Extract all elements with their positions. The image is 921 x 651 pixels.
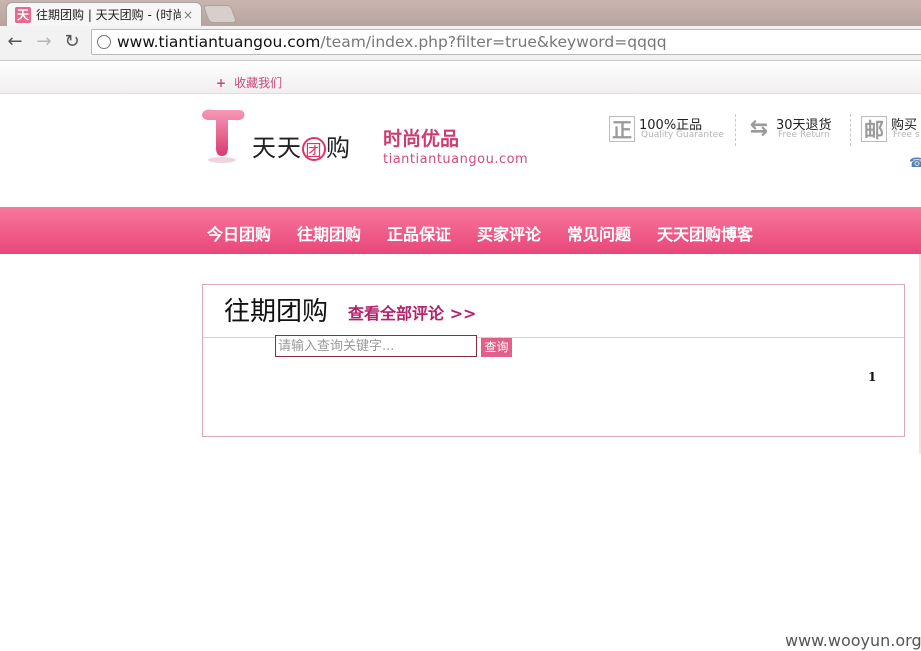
- logo-text-part1: 天天: [252, 134, 302, 162]
- badge-divider: [850, 114, 851, 146]
- nav-item-faq[interactable]: 常见问题: [567, 221, 631, 245]
- bookmark-us-link[interactable]: + 收藏我们: [216, 74, 282, 91]
- browser-toolbar: ← → ↻ www.tiantiantuangou.com/team/index…: [0, 26, 921, 61]
- return-arrows-icon: ⇆: [749, 116, 769, 141]
- nav-item-past-deals[interactable]: 往期团购: [297, 221, 361, 245]
- nav-item-today[interactable]: 今日团购: [207, 221, 271, 245]
- search-button[interactable]: 查询: [481, 338, 512, 357]
- watermark: www.wooyun.org: [785, 631, 921, 650]
- badge-divider: [735, 114, 736, 146]
- tab-title: 往期团购 | 天天团购 - (时尚: [36, 8, 181, 22]
- genuine-product-icon: 正: [609, 116, 635, 142]
- nav-item-blog[interactable]: 天天团购博客: [657, 221, 753, 245]
- plus-icon: +: [216, 76, 227, 90]
- nav-item-guarantee[interactable]: 正品保证: [387, 221, 451, 245]
- logo-text[interactable]: 天天团购: [252, 128, 351, 163]
- close-tab-icon[interactable]: ×: [183, 8, 193, 22]
- url-path: /team/index.php?filter=true&keyword=qqqq: [320, 33, 667, 51]
- main-nav: 今日团购 往期团购 正品保证 买家评论 常见问题 天天团购博客: [0, 207, 921, 254]
- phone-icon: ☎: [909, 156, 921, 171]
- slogan: 时尚优品: [383, 128, 460, 150]
- badge-subtitle: Free s: [893, 130, 920, 140]
- address-bar[interactable]: www.tiantiantuangou.com/team/index.php?f…: [91, 29, 921, 55]
- back-icon[interactable]: ←: [4, 30, 26, 54]
- reload-icon[interactable]: ↻: [61, 30, 83, 54]
- badge-subtitle: Quality Guarantee: [641, 130, 724, 140]
- nav-item-reviews[interactable]: 买家评论: [477, 221, 541, 245]
- browser-tabstrip: 天 往期团购 | 天天团购 - (时尚 ×: [0, 0, 921, 26]
- forward-icon[interactable]: →: [33, 30, 55, 54]
- site-domain: tiantiantuangou.com: [383, 152, 529, 167]
- site-topbar: [0, 61, 921, 94]
- new-tab-button[interactable]: [202, 5, 238, 23]
- bookmark-us-label: 收藏我们: [234, 76, 283, 90]
- site-favicon-icon: 天: [15, 6, 31, 23]
- browser-tab[interactable]: 天 往期团购 | 天天团购 - (时尚 ×: [6, 2, 202, 26]
- page-title: 往期团购: [224, 297, 329, 327]
- url-host: www.tiantiantuangou.com: [117, 33, 321, 51]
- mail-shipping-icon: 邮: [861, 116, 887, 142]
- logo-circle-char: 团: [302, 137, 326, 161]
- badge-subtitle: Free Return: [778, 130, 830, 140]
- logo-t-icon[interactable]: [200, 108, 246, 164]
- view-all-reviews-link[interactable]: 查看全部评论 >>: [348, 300, 476, 324]
- logo-text-part2: 购: [326, 134, 351, 162]
- globe-icon: [97, 35, 111, 49]
- pagination-page-1[interactable]: 1: [868, 370, 876, 384]
- keyword-search-input[interactable]: [275, 335, 477, 357]
